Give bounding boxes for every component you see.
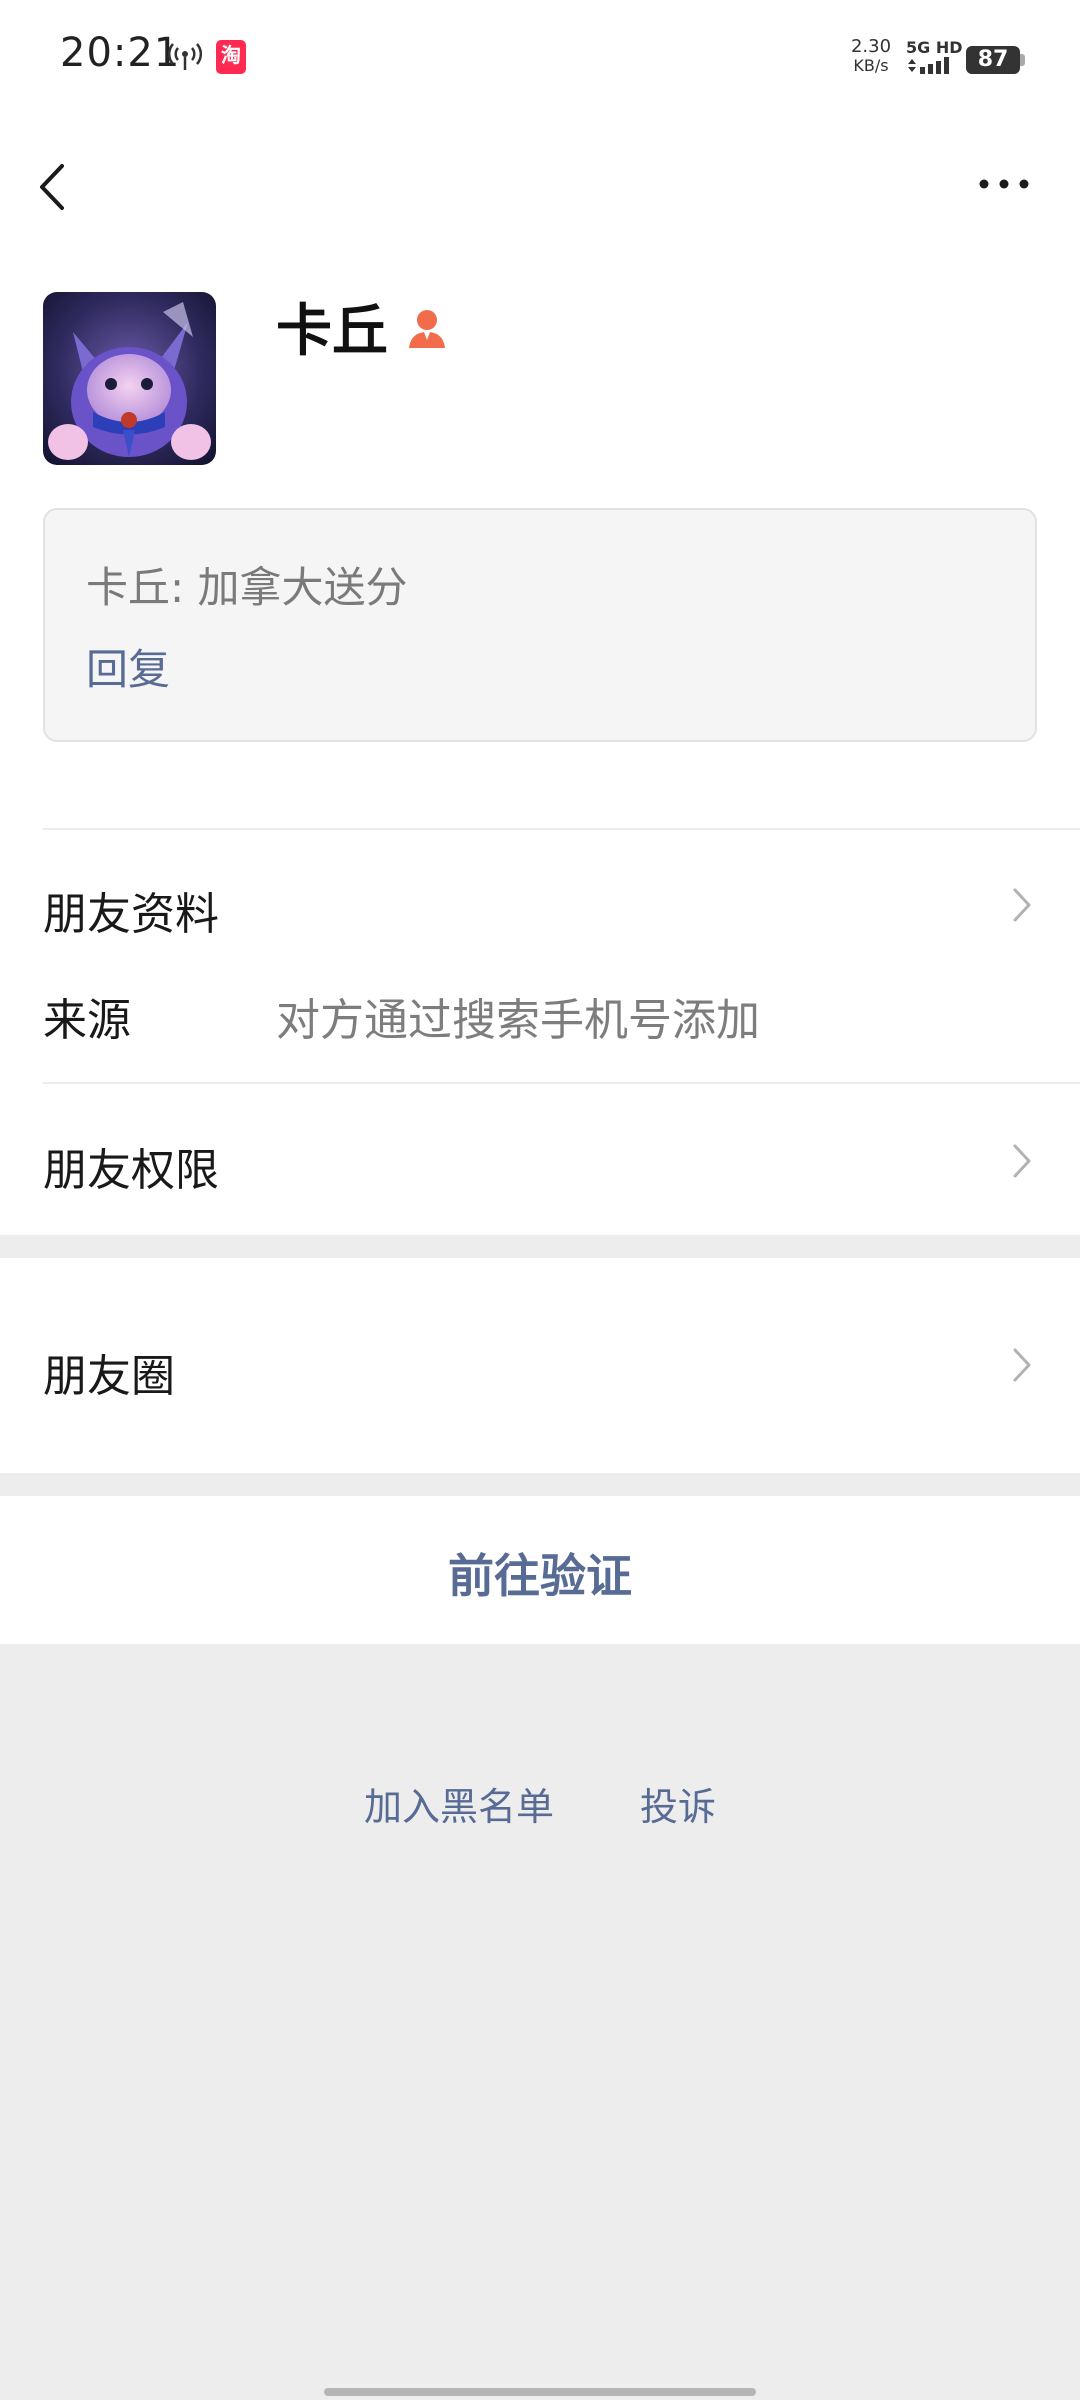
signal-bars-icon — [908, 57, 949, 74]
avatar[interactable] — [43, 292, 216, 465]
friend-info-row[interactable]: 朋友资料 — [43, 878, 219, 942]
hotspot-icon — [168, 43, 202, 70]
status-time: 20:21 — [60, 30, 181, 76]
home-indicator[interactable] — [324, 2388, 756, 2396]
chevron-right-icon — [1013, 888, 1031, 922]
source-label: 来源 — [43, 995, 131, 1046]
section-gap — [0, 1473, 1080, 1496]
avatar-image — [43, 292, 216, 465]
friend-permissions-row[interactable]: 朋友权限 — [43, 1134, 219, 1198]
net-speed-unit: KB/s — [853, 56, 889, 75]
chevron-right-icon — [1013, 1348, 1031, 1382]
taobao-icon: 淘 — [216, 40, 246, 74]
source-value: 对方通过搜索手机号添加 — [276, 995, 760, 1046]
reply-button[interactable]: 回复 — [86, 636, 170, 697]
more-icon[interactable] — [978, 172, 1030, 196]
battery-indicator: 87 — [966, 46, 1020, 74]
person-icon — [409, 310, 445, 348]
signal-label: 5G HD — [906, 38, 963, 57]
back-icon[interactable] — [34, 160, 70, 214]
section-gap — [0, 1235, 1080, 1258]
add-to-blacklist-link[interactable]: 加入黑名单 — [364, 1776, 554, 1831]
verify-button[interactable]: 前往验证 — [0, 1540, 1080, 1606]
chevron-right-icon — [1013, 1144, 1031, 1178]
battery-tip — [1020, 54, 1025, 66]
net-speed: 2.30 — [850, 36, 892, 57]
verification-message-card — [43, 508, 1037, 742]
divider — [43, 828, 1080, 830]
complain-link[interactable]: 投诉 — [640, 1776, 716, 1831]
status-bar: 20:21 淘 2.30 KB/s 5G HD 87 — [0, 0, 1080, 120]
moments-row[interactable]: 朋友圈 — [43, 1340, 175, 1404]
divider — [43, 1082, 1080, 1084]
verification-message-text: 卡丘: 加拿大送分 — [86, 563, 408, 612]
contact-name: 卡丘 — [276, 299, 388, 364]
